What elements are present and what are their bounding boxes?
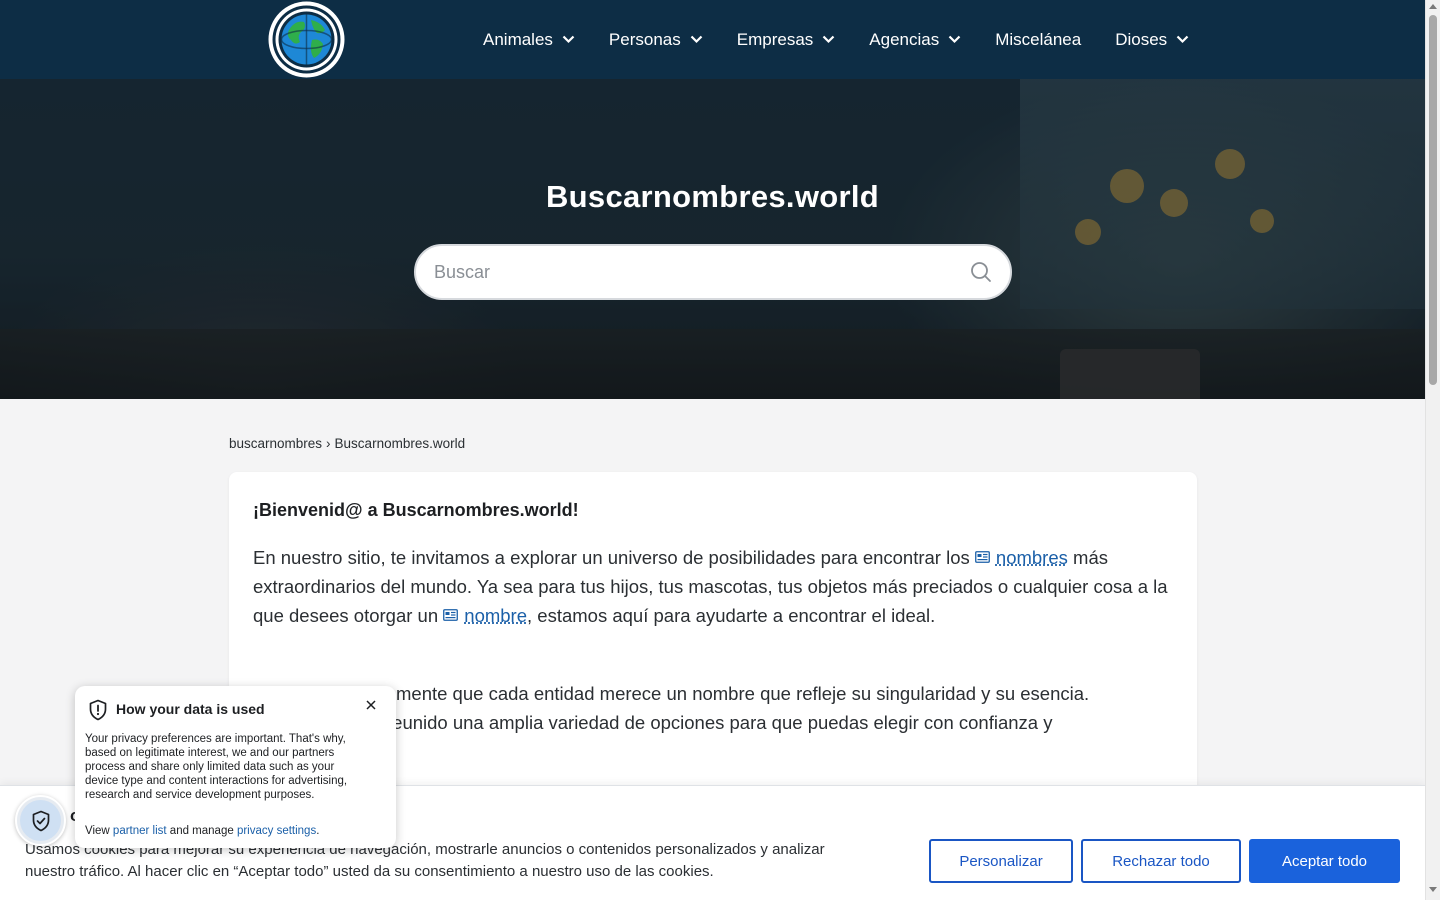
nav-item-miscelanea[interactable]: Miscelánea	[995, 30, 1081, 50]
chevron-down-icon	[823, 35, 835, 44]
privacy-badge-inner	[20, 800, 61, 841]
nav-item-label: Agencias	[869, 29, 940, 49]
top-navigation: Animales Personas Empresas Agencias Misc…	[0, 0, 1425, 79]
privacy-foot-text: and manage	[166, 825, 237, 837]
partner-list-link[interactable]: partner list	[113, 825, 167, 837]
chevron-down-icon	[948, 35, 961, 44]
search-box	[414, 244, 1012, 300]
privacy-settings-link[interactable]: privacy settings	[237, 825, 316, 837]
intro-text: En nuestro sitio, te invitamos a explora…	[253, 547, 975, 568]
shield-alert-icon	[89, 699, 107, 721]
hero-overlay	[0, 79, 1425, 399]
second-paragraph-line2: reunido una amplia variedad de opciones …	[386, 712, 1053, 733]
main-menu: Animales Personas Empresas Agencias Misc…	[483, 0, 1189, 79]
globe-logo-icon	[268, 1, 345, 78]
scroll-down-arrow-icon[interactable]	[1429, 887, 1437, 892]
scroll-up-arrow-icon[interactable]	[1429, 4, 1437, 9]
id-card-icon	[975, 551, 990, 563]
nombres-link[interactable]: nombres	[996, 547, 1068, 568]
privacy-popup-title: How your data is used	[116, 701, 265, 717]
nav-item-dioses[interactable]: Dioses	[1115, 30, 1189, 50]
cookie-text-line2: nuestro tráfico. Al hacer clic en “Acept…	[25, 863, 714, 880]
nav-item-label: Miscelánea	[995, 29, 1082, 49]
privacy-foot-text: View	[85, 825, 113, 837]
breadcrumb-home[interactable]: buscarnombres	[229, 436, 322, 451]
shield-check-icon	[32, 810, 49, 831]
nav-item-empresas[interactable]: Empresas	[737, 30, 836, 50]
second-paragraph-line1: mente que cada entidad merece un nombre …	[396, 683, 1090, 704]
nav-item-label: Dioses	[1115, 29, 1168, 49]
breadcrumb-separator: ›	[326, 436, 331, 451]
chevron-down-icon	[562, 35, 575, 44]
nav-item-label: Personas	[608, 29, 681, 49]
scroll-thumb[interactable]	[1429, 15, 1437, 385]
site-logo[interactable]	[267, 0, 346, 79]
hero-banner: Buscarnombres.world	[0, 79, 1425, 399]
privacy-settings-badge[interactable]	[15, 795, 66, 846]
privacy-info-popup: How your data is used Your privacy prefe…	[75, 686, 396, 848]
intro-text: , estamos aquí para ayudarte a encontrar…	[527, 605, 936, 626]
chevron-down-icon	[690, 35, 703, 44]
nav-item-label: Empresas	[736, 29, 814, 49]
breadcrumb: buscarnombres › Buscarnombres.world	[229, 436, 465, 451]
privacy-popup-footer: View partner list and manage privacy set…	[85, 825, 319, 837]
breadcrumb-current: Buscarnombres.world	[334, 436, 466, 451]
nombre-link[interactable]: nombre	[464, 605, 527, 626]
page-scrollbar[interactable]	[1425, 0, 1440, 900]
intro-paragraph: En nuestro sitio, te invitamos a explora…	[253, 543, 1173, 630]
customize-button[interactable]: Personalizar	[929, 839, 1073, 883]
privacy-foot-text: .	[316, 825, 320, 837]
nav-item-label: Animales	[483, 29, 553, 49]
nav-item-personas[interactable]: Personas	[609, 30, 703, 50]
privacy-popup-body: Your privacy preferences are important. …	[85, 733, 348, 801]
nav-item-agencias[interactable]: Agencias	[869, 30, 961, 50]
close-icon[interactable]	[364, 698, 378, 712]
welcome-heading: ¡Bienvenid@ a Buscarnombres.world!	[253, 500, 579, 520]
search-input[interactable]	[434, 246, 954, 298]
id-card-icon	[443, 609, 459, 621]
accept-all-button[interactable]: Aceptar todo	[1249, 839, 1400, 883]
site-title: Buscarnombres.world	[545, 179, 879, 214]
search-icon[interactable]	[969, 260, 993, 284]
chevron-down-icon	[1176, 35, 1189, 44]
reject-all-button[interactable]: Rechazar todo	[1081, 839, 1241, 883]
nav-item-animales[interactable]: Animales	[483, 30, 575, 50]
